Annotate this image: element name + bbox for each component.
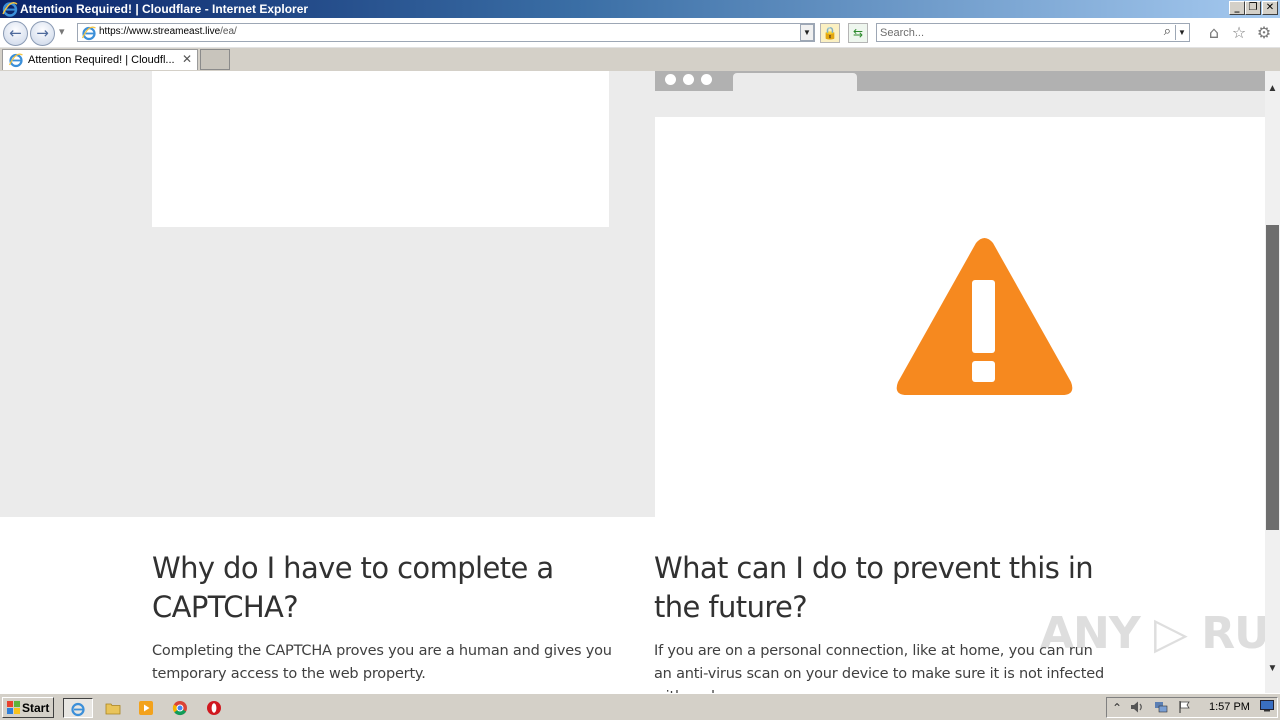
- browser-illustration: [655, 71, 1265, 517]
- clock[interactable]: 1:57 PM: [1209, 701, 1250, 713]
- tab-bar: Attention Required! | Cloudfl... ✕: [0, 48, 1280, 71]
- tab-close-icon[interactable]: ✕: [182, 52, 192, 66]
- restore-button[interactable]: ❐: [1245, 1, 1261, 15]
- new-tab-button[interactable]: [200, 49, 230, 70]
- scroll-thumb[interactable]: [1266, 225, 1279, 530]
- history-dropdown-icon[interactable]: ▾: [59, 25, 65, 38]
- page-viewport: Why do I have to complete a CAPTCHA? Com…: [0, 71, 1265, 693]
- speaker-shape: [1131, 701, 1142, 713]
- vertical-scrollbar[interactable]: ▲ ▼: [1265, 71, 1280, 693]
- folder-icon: [105, 703, 121, 715]
- network-icon[interactable]: [1153, 700, 1169, 716]
- minimize-button[interactable]: _: [1229, 1, 1245, 15]
- action-center-flag-icon[interactable]: [1177, 700, 1193, 716]
- volume-icon[interactable]: [1129, 700, 1145, 716]
- taskbar-file-explorer-icon[interactable]: [102, 698, 124, 718]
- close-button[interactable]: ✕: [1262, 1, 1278, 15]
- warning-exclamation-dot: [972, 361, 995, 382]
- start-label: Start: [22, 701, 50, 715]
- start-button[interactable]: Start: [2, 697, 54, 718]
- captcha-container: [152, 71, 609, 227]
- taskbar: Start ⌃ 1:57 PM: [0, 693, 1280, 720]
- taskbar-chrome-icon[interactable]: [169, 698, 191, 718]
- internet-explorer-icon: [2, 2, 18, 17]
- scroll-down-arrow-icon[interactable]: ▼: [1265, 663, 1280, 677]
- media-player-icon: [139, 701, 153, 715]
- why-captcha-heading: Why do I have to complete a CAPTCHA?: [152, 551, 554, 624]
- flag-shape: [1179, 701, 1190, 713]
- tab-favicon-icon: [8, 53, 23, 68]
- why-captcha-text: Completing the CAPTCHA proves you are a …: [152, 643, 612, 682]
- url-text: https://www.streameast.live/ea/: [99, 26, 237, 37]
- title-bar: Attention Required! | Cloudflare - Inter…: [0, 0, 1280, 18]
- home-icon[interactable]: ⌂: [1205, 24, 1223, 42]
- search-box[interactable]: ⌕ ▼: [876, 23, 1190, 42]
- favorites-star-icon[interactable]: ☆: [1230, 24, 1248, 42]
- warning-exclamation-bar: [972, 280, 995, 353]
- taskbar-media-player-icon[interactable]: [135, 698, 157, 718]
- address-bar[interactable]: https://www.streameast.live/ea/: [77, 23, 815, 42]
- chrome-icon: [172, 701, 187, 716]
- prevent-heading: What can I do to prevent this in the fut…: [654, 551, 1094, 624]
- search-dropdown-button[interactable]: ▼: [1175, 25, 1188, 40]
- address-dropdown-button[interactable]: ▼: [800, 24, 814, 41]
- illustration-screen: [655, 117, 1265, 517]
- windows-logo-icon: [7, 701, 20, 714]
- warning-icon: [896, 238, 1073, 395]
- page-icon: [81, 26, 96, 41]
- window-dot: [683, 74, 694, 85]
- scroll-up-arrow-icon[interactable]: ▲: [1265, 83, 1280, 97]
- lock-icon[interactable]: 🔒: [820, 23, 840, 43]
- gear-icon[interactable]: ⚙: [1255, 24, 1273, 42]
- tab-label: Attention Required! | Cloudfl...: [28, 54, 175, 66]
- system-tray: ⌃ 1:57 PM: [1106, 697, 1278, 718]
- network-shape: [1155, 702, 1168, 713]
- search-icon[interactable]: ⌕: [1164, 24, 1171, 39]
- monitor-shape: [1260, 700, 1274, 712]
- show-desktop-icon[interactable]: [1259, 700, 1275, 716]
- window-title: Attention Required! | Cloudflare - Inter…: [20, 2, 309, 16]
- internet-explorer-icon: [71, 702, 85, 717]
- url-host: https://www.streameast.live: [99, 26, 221, 37]
- illustration-tab: [733, 73, 857, 91]
- url-path: /ea/: [220, 26, 237, 37]
- refresh-button[interactable]: ⇆: [848, 23, 868, 43]
- illustration-toolbar: [655, 91, 1265, 117]
- window-dot: [665, 74, 676, 85]
- window-dot: [701, 74, 712, 85]
- prevent-text: If you are on a personal connection, lik…: [654, 643, 1104, 693]
- forward-button[interactable]: →: [30, 21, 55, 46]
- navigation-bar: ← → ▾ https://www.streameast.live/ea/ ▼ …: [0, 18, 1280, 48]
- tray-expand-icon[interactable]: ⌃: [1109, 700, 1125, 716]
- taskbar-opera-icon[interactable]: [203, 698, 225, 718]
- anyrun-watermark: ANY ▷ RUN: [1040, 608, 1280, 659]
- tab-attention-required[interactable]: Attention Required! | Cloudfl... ✕: [2, 49, 198, 70]
- search-input[interactable]: [880, 25, 1150, 40]
- opera-icon: [207, 701, 221, 715]
- back-button[interactable]: ←: [3, 21, 28, 46]
- taskbar-internet-explorer-icon[interactable]: [63, 698, 93, 718]
